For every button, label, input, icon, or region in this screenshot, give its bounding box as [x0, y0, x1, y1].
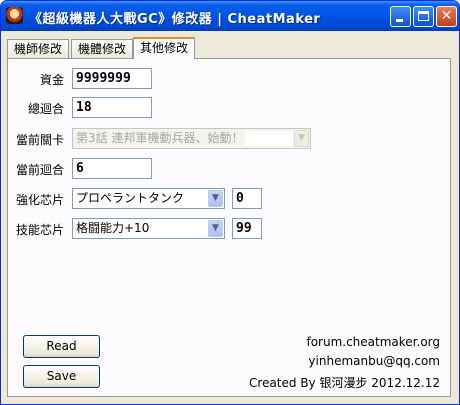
- maximize-button[interactable]: [413, 6, 434, 27]
- chevron-down-icon[interactable]: ▼: [294, 130, 309, 147]
- close-button[interactable]: ✕: [436, 6, 457, 27]
- minimize-icon: [396, 19, 403, 22]
- total-turns-input[interactable]: 18: [72, 97, 152, 118]
- forum-link[interactable]: forum.cheatmaker.org: [306, 335, 440, 349]
- skill-chip-select[interactable]: 格闘能力+10 ▼: [72, 218, 225, 239]
- skill-chip-count-input[interactable]: 99: [232, 218, 262, 239]
- skill-chip-label: 技能芯片: [16, 223, 65, 237]
- money-input[interactable]: 9999999: [72, 68, 152, 89]
- enhance-chip-value: プロペラントタンク: [76, 191, 185, 205]
- credit-text: Created By 银河漫步 2012.12.12: [249, 376, 440, 390]
- current-stage-value: 第3話 連邦軍機動兵器、始動！: [76, 131, 241, 145]
- window-title: 《超級機器人大戰GC》修改器 | CheatMaker: [29, 12, 321, 27]
- total-turns-label: 總迴合: [28, 102, 65, 116]
- minimize-button[interactable]: [390, 6, 411, 27]
- maximize-icon: [418, 11, 429, 21]
- title-bar[interactable]: 《超級機器人大戰GC》修改器 | CheatMaker ✕: [1, 1, 459, 31]
- money-label: 資金: [40, 73, 65, 87]
- enhance-chip-label: 強化芯片: [16, 193, 65, 207]
- enhance-chip-select[interactable]: プロペラントタンク ▼: [72, 188, 225, 209]
- app-avatar-icon: [6, 7, 23, 24]
- chevron-down-icon[interactable]: ▼: [208, 220, 223, 237]
- app-window: 《超級機器人大戰GC》修改器 | CheatMaker ✕ 機師修改 機體修改 …: [0, 0, 460, 405]
- current-stage-label: 當前關卡: [16, 133, 65, 147]
- enhance-chip-count-input[interactable]: 0: [232, 188, 262, 209]
- chevron-down-icon[interactable]: ▼: [208, 190, 223, 207]
- current-turn-label: 當前迴合: [16, 163, 65, 177]
- save-button[interactable]: Save: [23, 365, 100, 388]
- read-button[interactable]: Read: [23, 335, 100, 358]
- author-email: yinhemanbu@qq.com: [308, 354, 440, 368]
- tab-pilot-edit[interactable]: 機師修改: [7, 39, 69, 58]
- tab-other-edit[interactable]: 其他修改: [133, 37, 195, 59]
- close-icon: ✕: [440, 8, 453, 24]
- current-stage-select[interactable]: 第3話 連邦軍機動兵器、始動！ ▼: [72, 128, 311, 149]
- current-turn-input[interactable]: 6: [72, 158, 152, 179]
- skill-chip-value: 格闘能力+10: [76, 221, 150, 235]
- tab-unit-edit[interactable]: 機體修改: [71, 39, 133, 58]
- tab-panel-other: 資金 9999999 總迴合 18 當前關卡 第3話 連邦軍機動兵器、始動！ ▼…: [7, 58, 451, 397]
- current-stage-blank: [245, 131, 293, 146]
